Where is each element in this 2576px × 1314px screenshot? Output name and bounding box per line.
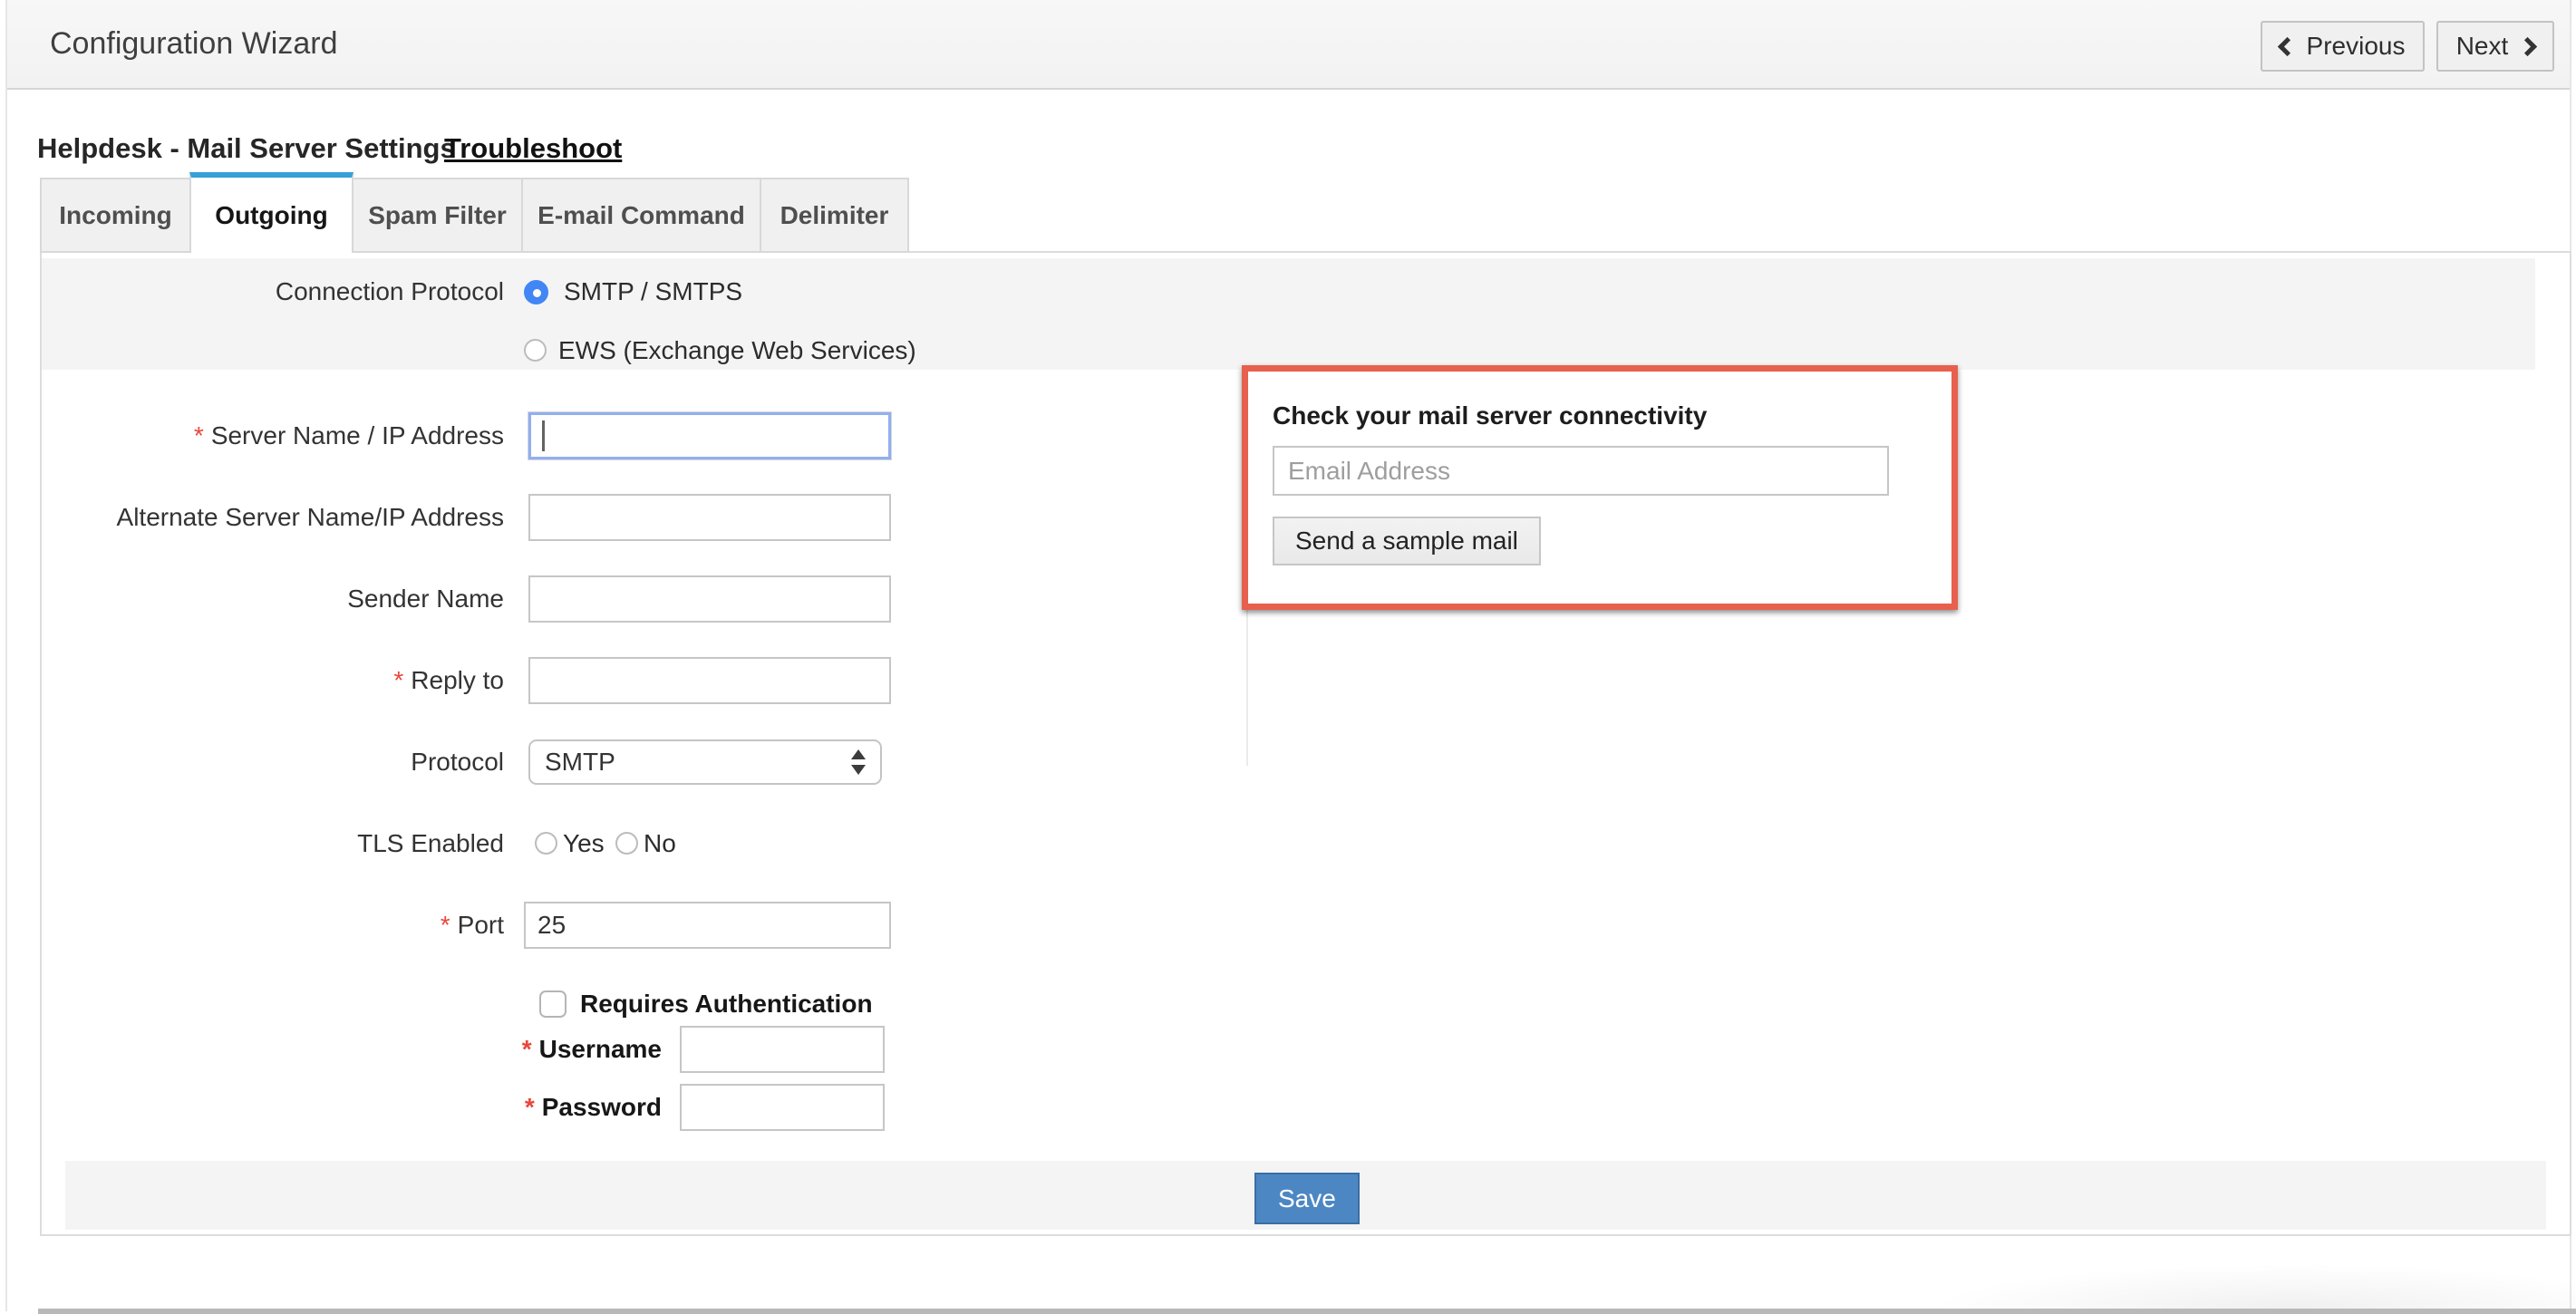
reply-to-input[interactable] xyxy=(528,657,891,704)
ews-radio[interactable] xyxy=(524,339,547,362)
password-label: *Password xyxy=(40,1084,662,1131)
section-title: Helpdesk - Mail Server Settings xyxy=(37,132,456,165)
required-asterisk: * xyxy=(393,666,403,694)
connection-protocol-label: Connection Protocol xyxy=(40,268,504,315)
alternate-server-label: Alternate Server Name/IP Address xyxy=(40,494,504,541)
port-label: *Port xyxy=(40,902,504,949)
window-bottom-bar xyxy=(38,1309,2576,1314)
tab-outgoing[interactable]: Outgoing xyxy=(189,172,353,253)
tab-email-command[interactable]: E-mail Command xyxy=(521,178,761,253)
app-header: Configuration Wizard Previous Next xyxy=(7,0,2570,90)
ews-radio-label[interactable]: EWS (Exchange Web Services) xyxy=(558,327,916,374)
sender-name-input[interactable] xyxy=(528,575,891,623)
tab-incoming-label: Incoming xyxy=(59,201,171,230)
tls-yes-label[interactable]: Yes xyxy=(563,820,605,867)
connectivity-panel-title: Check your mail server connectivity xyxy=(1273,401,1707,430)
protocol-select[interactable]: SMTP xyxy=(528,739,882,785)
protocol-label: Protocol xyxy=(40,739,504,785)
username-label: *Username xyxy=(40,1026,662,1073)
tab-spam-filter-label: Spam Filter xyxy=(368,201,506,230)
tab-delimiter-label: Delimiter xyxy=(780,201,889,230)
previous-button[interactable]: Previous xyxy=(2261,21,2425,72)
username-input[interactable] xyxy=(680,1026,885,1073)
reply-to-label: *Reply to xyxy=(40,657,504,704)
tls-no-radio[interactable] xyxy=(615,832,638,855)
email-address-input[interactable] xyxy=(1273,446,1889,496)
card-left-border xyxy=(5,0,7,1311)
configuration-wizard-page: Configuration Wizard Previous Next Helpd… xyxy=(0,0,2576,1314)
next-button-label: Next xyxy=(2456,32,2509,61)
chevron-left-icon xyxy=(2277,36,2296,55)
select-arrows-icon xyxy=(851,749,866,775)
port-input[interactable] xyxy=(524,902,891,949)
alternate-server-input[interactable] xyxy=(528,494,891,541)
mail-connectivity-panel: Check your mail server connectivity Send… xyxy=(1242,365,1958,610)
tab-incoming[interactable]: Incoming xyxy=(40,178,191,253)
text-caret xyxy=(542,420,545,451)
required-asterisk: * xyxy=(194,421,204,449)
requires-authentication-label[interactable]: Requires Authentication xyxy=(580,990,873,1018)
previous-button-label: Previous xyxy=(2307,32,2406,61)
required-asterisk: * xyxy=(441,911,450,939)
requires-authentication-checkbox[interactable] xyxy=(539,990,567,1018)
required-asterisk: * xyxy=(522,1035,532,1063)
server-name-label: *Server Name / IP Address xyxy=(40,412,504,459)
send-sample-mail-button[interactable]: Send a sample mail xyxy=(1273,517,1541,565)
password-input[interactable] xyxy=(680,1084,885,1131)
page-title: Configuration Wizard xyxy=(50,0,337,88)
next-button[interactable]: Next xyxy=(2436,21,2554,72)
troubleshoot-link[interactable]: Troubleshoot xyxy=(444,132,622,165)
smtp-smtps-radio-label[interactable]: SMTP / SMTPS xyxy=(564,268,742,315)
tab-delimiter[interactable]: Delimiter xyxy=(760,178,909,253)
chevron-right-icon xyxy=(2518,36,2537,55)
save-button[interactable]: Save xyxy=(1254,1173,1360,1224)
tab-email-command-label: E-mail Command xyxy=(537,201,745,230)
sender-name-label: Sender Name xyxy=(40,575,504,623)
server-name-input[interactable] xyxy=(528,412,891,459)
required-asterisk: * xyxy=(525,1093,535,1121)
background-shade xyxy=(1632,1256,2576,1309)
tab-outgoing-label: Outgoing xyxy=(215,201,327,230)
protocol-select-value: SMTP xyxy=(545,748,615,777)
tab-spam-filter[interactable]: Spam Filter xyxy=(352,178,523,253)
tab-bar: Incoming Outgoing Spam Filter E-mail Com… xyxy=(40,172,909,253)
tls-enabled-label: TLS Enabled xyxy=(40,820,504,867)
tls-no-label[interactable]: No xyxy=(644,820,676,867)
tls-yes-radio[interactable] xyxy=(535,832,557,855)
smtp-smtps-radio[interactable] xyxy=(524,280,548,304)
